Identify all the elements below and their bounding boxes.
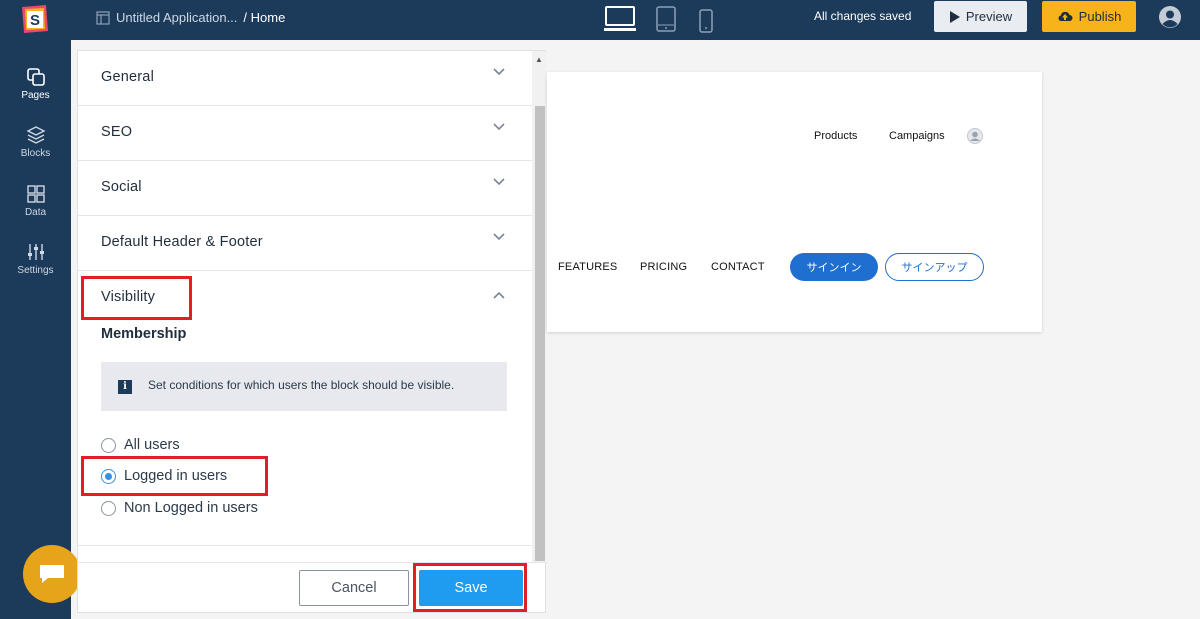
highlight-visibility: [81, 276, 192, 320]
chat-launcher[interactable]: [23, 545, 81, 603]
sidebar-item-blocks[interactable]: Blocks: [0, 125, 71, 159]
membership-heading: Membership: [101, 326, 187, 342]
preview-avatar-icon[interactable]: [967, 128, 983, 144]
section-label: SEO: [101, 124, 133, 140]
preview-button[interactable]: Preview: [934, 1, 1027, 32]
blocks-icon: [25, 126, 46, 144]
data-icon: [26, 185, 45, 203]
nav-link-features[interactable]: FEATURES: [558, 261, 617, 273]
app-logo[interactable]: S: [20, 3, 50, 35]
section-seo[interactable]: SEO: [78, 106, 532, 161]
highlight-logged-in-option: [81, 456, 268, 496]
radio-all-users[interactable]: All users: [101, 437, 180, 453]
chevron-down-icon: [493, 233, 505, 241]
app-name[interactable]: Untitled Application...: [116, 10, 237, 25]
chevron-up-icon: [493, 291, 505, 299]
sidebar-item-label: Data: [24, 207, 47, 218]
preview-label: Preview: [965, 9, 1013, 24]
section-label: General: [101, 69, 154, 85]
sidebar-item-settings[interactable]: Settings: [0, 242, 71, 276]
play-icon: [949, 10, 960, 23]
cancel-button[interactable]: Cancel: [299, 570, 409, 606]
nav-link-campaigns[interactable]: Campaigns: [889, 130, 945, 142]
page-layout-icon: [96, 10, 110, 25]
nav-link-products[interactable]: Products: [814, 130, 857, 142]
radio-button[interactable]: [101, 500, 116, 516]
chat-icon: [40, 565, 64, 583]
divider: [78, 545, 532, 546]
highlight-save-button: [413, 563, 527, 612]
chevron-down-icon: [493, 123, 505, 131]
save-status: All changes saved: [814, 9, 912, 23]
scroll-up-arrow-icon[interactable]: ▲: [535, 55, 543, 64]
info-icon: i: [118, 380, 132, 394]
mobile-view-icon[interactable]: [699, 8, 713, 34]
nav-link-contact[interactable]: CONTACT: [711, 261, 765, 273]
section-social[interactable]: Social: [78, 161, 532, 216]
publish-label: Publish: [1078, 9, 1122, 24]
info-text: Set conditions for which users the block…: [148, 378, 455, 392]
sidebar-item-data[interactable]: Data: [0, 184, 71, 218]
scrollbar-thumb[interactable]: [535, 106, 545, 561]
settings-sliders-icon: [27, 244, 44, 260]
radio-label: Non Logged in users: [124, 500, 258, 516]
sidebar-item-label: Settings: [17, 265, 54, 276]
radio-label: All users: [124, 437, 180, 453]
page-settings-panel: General SEO Social Default Header & Foot…: [77, 50, 547, 613]
breadcrumb-page[interactable]: / Home: [243, 10, 285, 25]
radio-non-logged-in-users[interactable]: Non Logged in users: [101, 500, 258, 516]
desktop-view-icon[interactable]: [604, 6, 636, 32]
svg-text:S: S: [30, 12, 40, 29]
section-label: Social: [101, 179, 142, 195]
publish-button[interactable]: Publish: [1042, 1, 1136, 32]
chevron-down-icon: [493, 68, 505, 76]
sidebar-item-pages[interactable]: Pages: [0, 67, 71, 101]
chevron-down-icon: [493, 178, 505, 186]
visibility-info-box: i Set conditions for which users the blo…: [101, 362, 507, 411]
app-breadcrumb: Untitled Application... / Home: [96, 10, 285, 25]
sidebar-item-label: Blocks: [20, 148, 51, 159]
section-label: Default Header & Footer: [101, 234, 263, 250]
sidebar-item-label: Pages: [21, 90, 50, 101]
signup-button[interactable]: サインアップ: [885, 253, 984, 281]
cloud-upload-icon: [1058, 11, 1073, 21]
page-preview-canvas[interactable]: Products Campaigns FEATURES PRICING CONT…: [547, 72, 1042, 332]
signin-button[interactable]: サインイン: [790, 253, 878, 281]
left-sidebar: Pages Blocks Data Settings: [0, 40, 71, 619]
section-general[interactable]: General: [78, 51, 532, 106]
user-avatar-icon[interactable]: [1159, 6, 1181, 28]
tablet-view-icon[interactable]: [656, 6, 676, 32]
top-bar: S Untitled Application... / Home All cha…: [0, 0, 1200, 40]
nav-link-pricing[interactable]: PRICING: [640, 261, 687, 273]
radio-button[interactable]: [101, 437, 116, 453]
section-default-header-footer[interactable]: Default Header & Footer: [78, 216, 532, 271]
pages-icon: [26, 68, 45, 86]
